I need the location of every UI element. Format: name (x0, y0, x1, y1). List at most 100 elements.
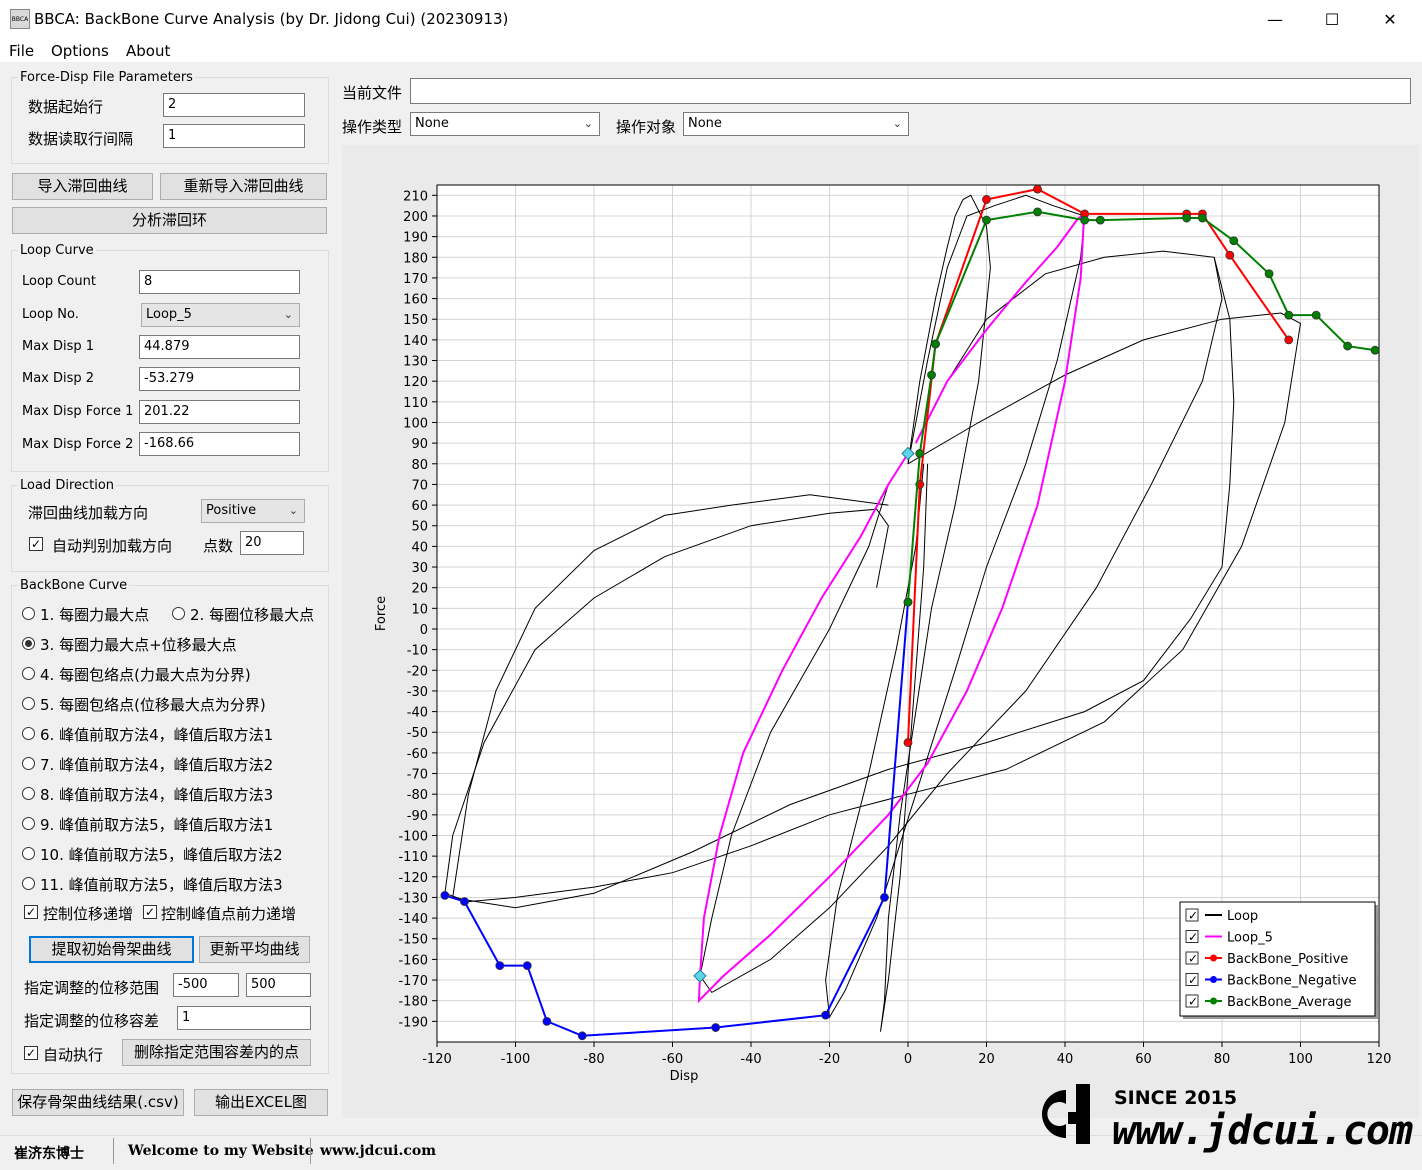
status-site[interactable]: www.jdcui.com (320, 1143, 436, 1159)
y-tick-label: -120 (398, 871, 428, 886)
y-tick-label: -170 (398, 974, 428, 989)
legend-checkmark: ✓ (1188, 930, 1198, 944)
chart: -120 -100 -80 -60 -40 -20 0 20 40 60 80 100 12021020… (374, 184, 1392, 1084)
y-tick-label: -180 (398, 995, 428, 1010)
x-tick-label: 80 (1214, 1052, 1231, 1067)
backbone-negative-point (460, 897, 469, 906)
status-welcome: Welcome to my Website (128, 1143, 314, 1159)
backbone-negative-point (495, 961, 505, 970)
legend-marker (1210, 976, 1217, 983)
y-tick-label: -40 (407, 706, 428, 721)
x-axis-label: Disp (670, 1069, 699, 1084)
status-separator (310, 1138, 311, 1164)
y-tick-label: -190 (398, 1015, 428, 1030)
y-tick-label: 90 (411, 437, 428, 452)
y-tick-label: -30 (407, 685, 428, 700)
backbone-average-point (1095, 215, 1105, 225)
backbone-positive-point (1033, 185, 1042, 194)
watermark-url: www.jdcui.com (1112, 1108, 1413, 1154)
backbone-average-point (927, 370, 936, 380)
backbone-average-point (931, 339, 940, 349)
x-tick-label: -20 (819, 1052, 840, 1067)
backbone-positive-point (1284, 335, 1294, 345)
y-tick-label: -100 (398, 829, 428, 844)
x-tick-label: 60 (1135, 1052, 1152, 1067)
y-tick-label: 70 (411, 478, 428, 493)
y-tick-label: 160 (403, 293, 428, 308)
y-tick-label: 200 (403, 210, 428, 225)
x-tick-label: 100 (1288, 1052, 1313, 1067)
legend-label: BackBone_Average (1227, 995, 1352, 1010)
backbone-positive-point (903, 738, 913, 747)
y-tick-label: 170 (403, 272, 428, 287)
backbone-average-point (1229, 236, 1239, 246)
backbone-average-point (1182, 213, 1192, 223)
x-tick-label: -120 (422, 1052, 452, 1067)
y-tick-label: -50 (407, 726, 428, 741)
y-tick-label: -160 (398, 953, 428, 968)
backbone-average-point (1343, 341, 1352, 351)
x-tick-label: 40 (1057, 1052, 1074, 1067)
backbone-negative-point (577, 1031, 587, 1041)
legend-checkmark: ✓ (1188, 973, 1198, 987)
y-tick-label: 190 (403, 231, 428, 246)
y-axis-label: Force (374, 596, 389, 631)
backbone-average-point (982, 215, 991, 225)
y-tick-label: 50 (411, 520, 428, 535)
y-tick-label: 30 (411, 561, 428, 576)
backbone-average-point (1080, 215, 1090, 225)
backbone-average-point (1033, 207, 1042, 217)
y-tick-label: 0 (420, 623, 428, 638)
backbone-average-point (1197, 213, 1207, 223)
status-separator (113, 1138, 114, 1164)
backbone-negative-point (711, 1023, 721, 1032)
backbone-negative-point (542, 1016, 552, 1026)
legend-marker (1210, 997, 1217, 1005)
legend-label: Loop (1227, 909, 1258, 924)
y-tick-label: 140 (403, 334, 428, 349)
backbone-positive-point (1225, 250, 1235, 260)
y-tick-label: -150 (398, 933, 428, 948)
y-tick-label: 20 (411, 582, 428, 597)
x-tick-label: -100 (501, 1052, 531, 1067)
watermark-since: SINCE 2015 (1114, 1087, 1238, 1109)
legend-label: BackBone_Negative (1227, 974, 1357, 989)
y-tick-label: 150 (403, 313, 428, 328)
backbone-negative-point (522, 961, 532, 970)
legend-marker (1210, 954, 1217, 962)
legend-checkmark: ✓ (1188, 909, 1198, 923)
y-tick-label: -60 (407, 747, 428, 762)
backbone-average-point (915, 449, 925, 458)
y-tick-label: 80 (411, 458, 428, 473)
y-tick-label: -10 (407, 644, 428, 659)
x-tick-label: 0 (904, 1052, 912, 1067)
legend-label: Loop_5 (1227, 931, 1273, 946)
status-author: 崔济东博士 (14, 1146, 84, 1162)
legend-checkmark: ✓ (1188, 952, 1198, 966)
backbone-average-point (1311, 310, 1321, 320)
y-tick-label: 110 (403, 396, 428, 411)
backbone-average-point (1370, 345, 1379, 355)
y-tick-label: -20 (407, 664, 428, 679)
y-tick-label: -80 (407, 788, 428, 803)
legend-label: BackBone_Positive (1227, 952, 1348, 967)
y-tick-label: -130 (398, 891, 428, 906)
y-tick-label: -110 (398, 850, 428, 865)
x-tick-label: -40 (740, 1052, 761, 1067)
backbone-negative-point (821, 1010, 830, 1020)
y-tick-label: 100 (403, 416, 428, 431)
x-tick-label: -80 (583, 1052, 604, 1067)
jdcui-logo-icon (1042, 1084, 1090, 1144)
y-tick-label: 120 (403, 375, 428, 390)
backbone-negative-point (880, 893, 889, 902)
x-tick-label: 20 (978, 1052, 995, 1067)
y-tick-label: 180 (403, 251, 428, 266)
y-tick-label: 10 (411, 602, 428, 617)
y-tick-label: 210 (403, 189, 428, 204)
backbone-average-point (903, 597, 913, 607)
legend-checkmark: ✓ (1188, 995, 1198, 1009)
y-tick-label: 60 (411, 499, 428, 514)
x-tick-label: 120 (1367, 1052, 1392, 1067)
y-tick-label: -90 (407, 809, 428, 824)
y-tick-label: 130 (403, 355, 428, 370)
